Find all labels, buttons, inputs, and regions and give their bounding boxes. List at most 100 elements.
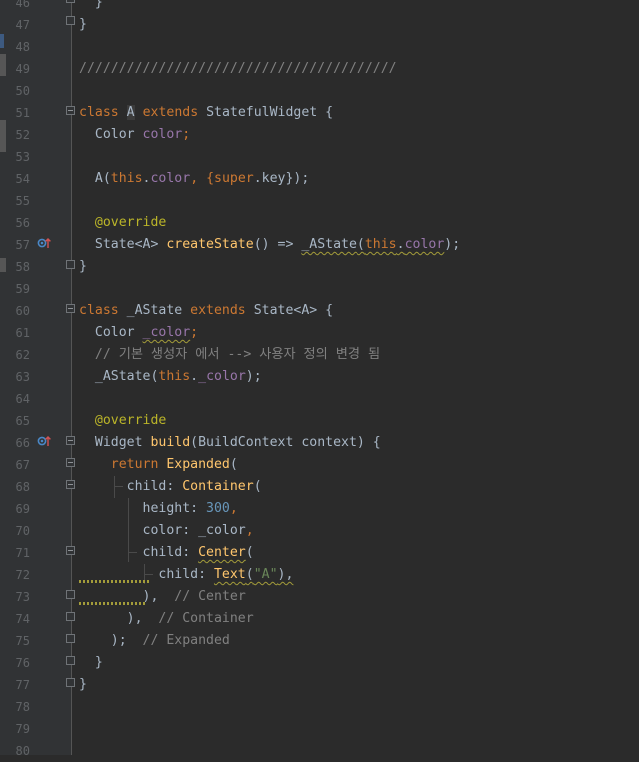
code-line-59[interactable] [79, 278, 639, 300]
line-number: 80 [15, 744, 30, 758]
code-line-54[interactable]: A(this.color, {super.key}); [79, 168, 639, 190]
field-name: color [404, 237, 445, 252]
line-number: 47 [15, 18, 30, 32]
line-number: 68 [15, 480, 30, 494]
line-number: 70 [15, 524, 30, 538]
code-line-50[interactable] [79, 80, 639, 102]
code-line-79[interactable] [79, 718, 639, 740]
code-editor[interactable]: 46 47 48 49 50 51 52 53 54 55 56 57 58 5… [0, 0, 639, 758]
fold-marker[interactable] [66, 106, 75, 115]
code-text: _AState [118, 303, 191, 318]
fold-marker[interactable] [66, 16, 75, 25]
code-text: () => [253, 237, 302, 252]
code-line-46[interactable]: } [79, 0, 639, 14]
punctuation: , [245, 523, 254, 538]
line-number: 58 [15, 260, 30, 274]
code-line-73[interactable]: ), // Center [79, 586, 639, 608]
keyword: class [79, 303, 119, 318]
line-number: 76 [15, 656, 30, 670]
line-number: 66 [15, 436, 30, 450]
line-number: 55 [15, 194, 30, 208]
code-line-47[interactable]: } [79, 14, 639, 36]
keyword: return [110, 457, 159, 472]
overrides-method-icon[interactable] [37, 236, 51, 250]
code-text: ( [253, 479, 262, 494]
fold-marker[interactable] [66, 304, 75, 313]
comment-text: //////////////////////////////////////// [79, 61, 397, 76]
line-number: 48 [15, 40, 30, 54]
line-number: 51 [15, 106, 30, 120]
method-name: createState [166, 237, 254, 252]
line-number: 54 [15, 172, 30, 186]
warning-squiggle [79, 602, 145, 605]
code-line-64[interactable] [79, 388, 639, 410]
code-line-55[interactable] [79, 190, 639, 212]
line-number: 59 [15, 282, 30, 296]
code-line-51[interactable]: class A extends StatefulWidget { [79, 102, 639, 124]
code-line-66[interactable]: Widget build(BuildContext context) { [79, 432, 639, 454]
code-line-48[interactable] [79, 36, 639, 58]
line-number: 67 [15, 458, 30, 472]
widget-name: Text [213, 567, 246, 582]
class-name-highlighted: A [126, 105, 135, 120]
code-text: ( [229, 457, 238, 472]
code-text: child: [79, 479, 183, 494]
line-number: 53 [15, 150, 30, 164]
code-line-69[interactable]: height: 300, [79, 498, 639, 520]
comment-text: // 기본 생성자 에서 --> 사용자 정의 변경 됨 [79, 347, 381, 362]
fold-marker[interactable] [66, 590, 75, 599]
overrides-method-icon[interactable] [37, 434, 51, 448]
code-text: ); [444, 237, 461, 252]
code-line-53[interactable] [79, 146, 639, 168]
code-line-77[interactable]: } [79, 674, 639, 696]
code-line-67[interactable]: return Expanded( [79, 454, 639, 476]
fold-marker[interactable] [66, 678, 75, 687]
code-line-56[interactable]: @override [79, 212, 639, 234]
code-text: ( [245, 545, 254, 560]
code-line-72[interactable]: child: Text("A"), [79, 564, 639, 586]
code-text: . [190, 369, 199, 384]
code-text: .key}); [253, 171, 310, 186]
code-line-52[interactable]: Color color; [79, 124, 639, 146]
fold-marker[interactable] [66, 656, 75, 665]
fold-marker[interactable] [66, 0, 75, 3]
code-line-61[interactable]: Color _color; [79, 322, 639, 344]
line-number: 60 [15, 304, 30, 318]
fold-marker[interactable] [66, 612, 75, 621]
line-number: 52 [15, 128, 30, 142]
code-text: } [79, 259, 87, 274]
code-line-80[interactable] [79, 740, 639, 762]
code-line-75[interactable]: ); // Expanded [79, 630, 639, 652]
code-line-60[interactable]: class _AState extends State<A> { [79, 300, 639, 322]
fold-marker[interactable] [66, 458, 75, 467]
code-line-68[interactable]: child: Container( [79, 476, 639, 498]
fold-marker[interactable] [66, 634, 75, 643]
fold-marker[interactable] [66, 546, 75, 555]
code-line-76[interactable]: } [79, 652, 639, 674]
fold-marker[interactable] [66, 436, 75, 445]
code-line-70[interactable]: color: _color, [79, 520, 639, 542]
punctuation: ; [190, 325, 199, 340]
keyword: this [158, 369, 191, 384]
line-number: 75 [15, 634, 30, 648]
fold-marker[interactable] [66, 260, 75, 269]
code-line-63[interactable]: _AState(this._color); [79, 366, 639, 388]
code-text: ), [277, 567, 294, 582]
fold-marker[interactable] [66, 480, 75, 489]
line-number: 61 [15, 326, 30, 340]
code-line-74[interactable]: ), // Container [79, 608, 639, 630]
line-number: 72 [15, 568, 30, 582]
code-line-49[interactable]: //////////////////////////////////////// [79, 58, 639, 80]
code-line-65[interactable]: @override [79, 410, 639, 432]
code-line-57[interactable]: State<A> createState() => _AState(this.c… [79, 234, 639, 256]
line-number: 56 [15, 216, 30, 230]
closing-label-comment: // Expanded [126, 633, 230, 648]
code-line-62[interactable]: // 기본 생성자 에서 --> 사용자 정의 변경 됨 [79, 344, 639, 366]
code-text: Widget [79, 435, 151, 450]
code-line-58[interactable]: } [79, 256, 639, 278]
keyword: extends [190, 303, 246, 318]
code-line-71[interactable]: child: Center( [79, 542, 639, 564]
code-line-78[interactable] [79, 696, 639, 718]
